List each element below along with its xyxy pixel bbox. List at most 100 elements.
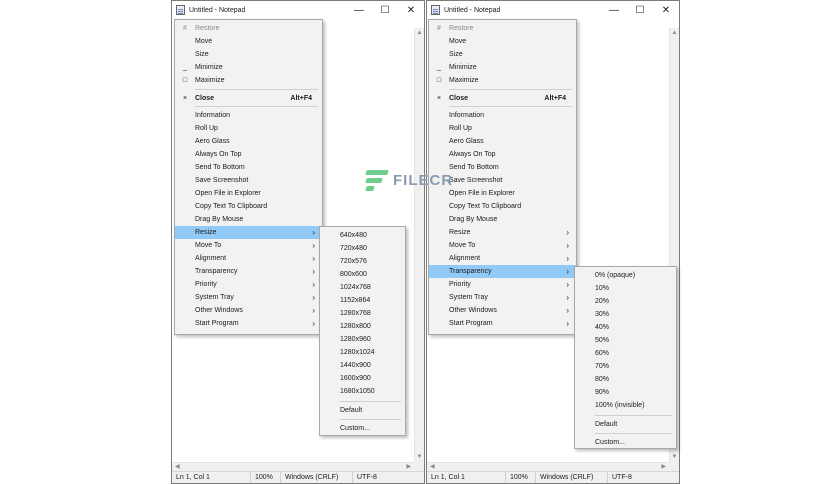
menu-item-move-to[interactable]: Move To ›	[429, 239, 576, 252]
menu-item-label: Drag By Mouse	[449, 216, 498, 223]
line-ending: Windows (CRLF)	[280, 472, 338, 483]
menu-item-start-program[interactable]: Start Program ›	[175, 317, 322, 330]
submenu-item-10[interactable]: 10%	[575, 282, 676, 295]
horizontal-scrollbar[interactable]: ◀ ▶	[172, 462, 414, 471]
menu-item-aero-glass[interactable]: Aero Glass	[429, 135, 576, 148]
submenu-item-default[interactable]: Default	[320, 404, 405, 417]
menu-item-roll-up[interactable]: Roll Up	[175, 122, 322, 135]
menu-item-send-to-bottom[interactable]: Send To Bottom	[175, 161, 322, 174]
menu-item-label: Priority	[449, 281, 471, 288]
chevron-right-icon: ›	[312, 293, 315, 302]
submenu-item-60[interactable]: 60%	[575, 347, 676, 360]
menu-item-move[interactable]: Move	[429, 35, 576, 48]
menu-item-maximize[interactable]: □ Maximize	[429, 74, 576, 87]
submenu-item-1152x864[interactable]: 1152x864	[320, 294, 405, 307]
submenu-item-720x480[interactable]: 720x480	[320, 242, 405, 255]
submenu-item-1680x1050[interactable]: 1680x1050	[320, 385, 405, 398]
menu-item-minimize[interactable]: _ Minimize	[429, 61, 576, 74]
menu-item-roll-up[interactable]: Roll Up	[429, 122, 576, 135]
submenu-item-80[interactable]: 80%	[575, 373, 676, 386]
scroll-up-icon[interactable]: ▲	[415, 30, 424, 36]
menu-item-maximize[interactable]: □ Maximize	[175, 74, 322, 87]
menu-item-system-tray[interactable]: System Tray ›	[175, 291, 322, 304]
menu-item-label: Information	[195, 112, 231, 119]
submenu-item-50[interactable]: 50%	[575, 334, 676, 347]
maximize-button[interactable]: ☐	[627, 5, 653, 16]
submenu-item-0-opaque[interactable]: 0% (opaque)	[575, 269, 676, 282]
menu-item-copy-text-to-clipboard[interactable]: Copy Text To Clipboard	[175, 200, 322, 213]
close-button[interactable]: ✕	[653, 5, 679, 16]
menu-item-close[interactable]: × Close Alt+F4	[175, 92, 322, 105]
menu-item-move-to[interactable]: Move To ›	[175, 239, 322, 252]
menu-item-other-windows[interactable]: Other Windows ›	[175, 304, 322, 317]
submenu-item-1024x768[interactable]: 1024x768	[320, 281, 405, 294]
menu-item-system-tray[interactable]: System Tray ›	[429, 291, 576, 304]
submenu-item-720x576[interactable]: 720x576	[320, 255, 405, 268]
minimize-button[interactable]: —	[601, 5, 627, 16]
submenu-item-30[interactable]: 30%	[575, 308, 676, 321]
menu-item-label: Copy Text To Clipboard	[195, 203, 268, 210]
scroll-up-icon[interactable]: ▲	[670, 30, 679, 36]
menu-item-transparency[interactable]: Transparency ›	[175, 265, 322, 278]
menu-item-alignment[interactable]: Alignment ›	[429, 252, 576, 265]
minimize-button[interactable]: —	[346, 5, 372, 16]
submenu-item-70[interactable]: 70%	[575, 360, 676, 373]
maximize-button[interactable]: ☐	[372, 5, 398, 16]
title-bar[interactable]: Untitled - Notepad — ☐ ✕	[427, 1, 679, 19]
notepad-app-icon[interactable]	[431, 5, 440, 15]
menu-item-save-screenshot[interactable]: Save Screenshot	[175, 174, 322, 187]
scroll-down-icon[interactable]: ▼	[415, 454, 424, 460]
submenu-item-custom[interactable]: Custom...	[320, 422, 405, 435]
submenu-item-1280x800[interactable]: 1280x800	[320, 320, 405, 333]
menu-item-label: Transparency	[195, 268, 238, 275]
menu-item-resize[interactable]: Resize ›	[175, 226, 322, 239]
notepad-app-icon[interactable]	[176, 5, 185, 15]
menu-item-information[interactable]: Information	[175, 109, 322, 122]
submenu-item-1600x900[interactable]: 1600x900	[320, 372, 405, 385]
submenu-item-1440x900[interactable]: 1440x900	[320, 359, 405, 372]
vertical-scrollbar[interactable]: ▲ ▼	[414, 28, 424, 462]
submenu-item-90[interactable]: 90%	[575, 386, 676, 399]
menu-item-priority[interactable]: Priority ›	[429, 278, 576, 291]
menu-item-start-program[interactable]: Start Program ›	[429, 317, 576, 330]
close-button[interactable]: ✕	[398, 5, 424, 16]
menu-item-information[interactable]: Information	[429, 109, 576, 122]
submenu-item-40[interactable]: 40%	[575, 321, 676, 334]
menu-item-copy-text-to-clipboard[interactable]: Copy Text To Clipboard	[429, 200, 576, 213]
menu-item-open-file-in-explorer[interactable]: Open File in Explorer	[175, 187, 322, 200]
menu-item-move[interactable]: Move	[175, 35, 322, 48]
menu-separator	[595, 433, 672, 434]
menu-item-resize[interactable]: Resize ›	[429, 226, 576, 239]
menu-item-transparency[interactable]: Transparency ›	[429, 265, 576, 278]
menu-item-size[interactable]: Size	[175, 48, 322, 61]
menu-item-close[interactable]: × Close Alt+F4	[429, 92, 576, 105]
title-bar[interactable]: Untitled - Notepad — ☐ ✕	[172, 1, 424, 19]
menu-item-alignment[interactable]: Alignment ›	[175, 252, 322, 265]
submenu-item-default[interactable]: Default	[575, 418, 676, 431]
submenu-item-20[interactable]: 20%	[575, 295, 676, 308]
horizontal-scrollbar[interactable]: ◀ ▶	[427, 462, 669, 471]
menu-item-aero-glass[interactable]: Aero Glass	[175, 135, 322, 148]
menu-item-minimize[interactable]: _ Minimize	[175, 61, 322, 74]
submenu-item-1280x960[interactable]: 1280x960	[320, 333, 405, 346]
submenu-item-1280x768[interactable]: 1280x768	[320, 307, 405, 320]
chevron-right-icon: ›	[566, 319, 569, 328]
menu-item-always-on-top[interactable]: Always On Top	[175, 148, 322, 161]
menu-item-size[interactable]: Size	[429, 48, 576, 61]
menu-item-label: Alignment	[195, 255, 227, 262]
menu-item-label: Other Windows	[449, 307, 497, 314]
submenu-item-100-invisible[interactable]: 100% (invisible)	[575, 399, 676, 412]
menu-item-drag-by-mouse[interactable]: Drag By Mouse	[175, 213, 322, 226]
submenu-item-1280x1024[interactable]: 1280x1024	[320, 346, 405, 359]
submenu-item-custom[interactable]: Custom...	[575, 436, 676, 449]
menu-item-priority[interactable]: Priority ›	[175, 278, 322, 291]
menu-item-drag-by-mouse[interactable]: Drag By Mouse	[429, 213, 576, 226]
chevron-right-icon: ›	[312, 280, 315, 289]
menu-item-other-windows[interactable]: Other Windows ›	[429, 304, 576, 317]
menu-item-always-on-top[interactable]: Always On Top	[429, 148, 576, 161]
submenu-item-800x600[interactable]: 800x600	[320, 268, 405, 281]
scroll-down-icon[interactable]: ▼	[670, 454, 679, 460]
submenu-item-640x480[interactable]: 640x480	[320, 229, 405, 242]
menu-item-label: Minimize	[449, 64, 477, 71]
menu-item-label: Restore	[195, 25, 220, 32]
